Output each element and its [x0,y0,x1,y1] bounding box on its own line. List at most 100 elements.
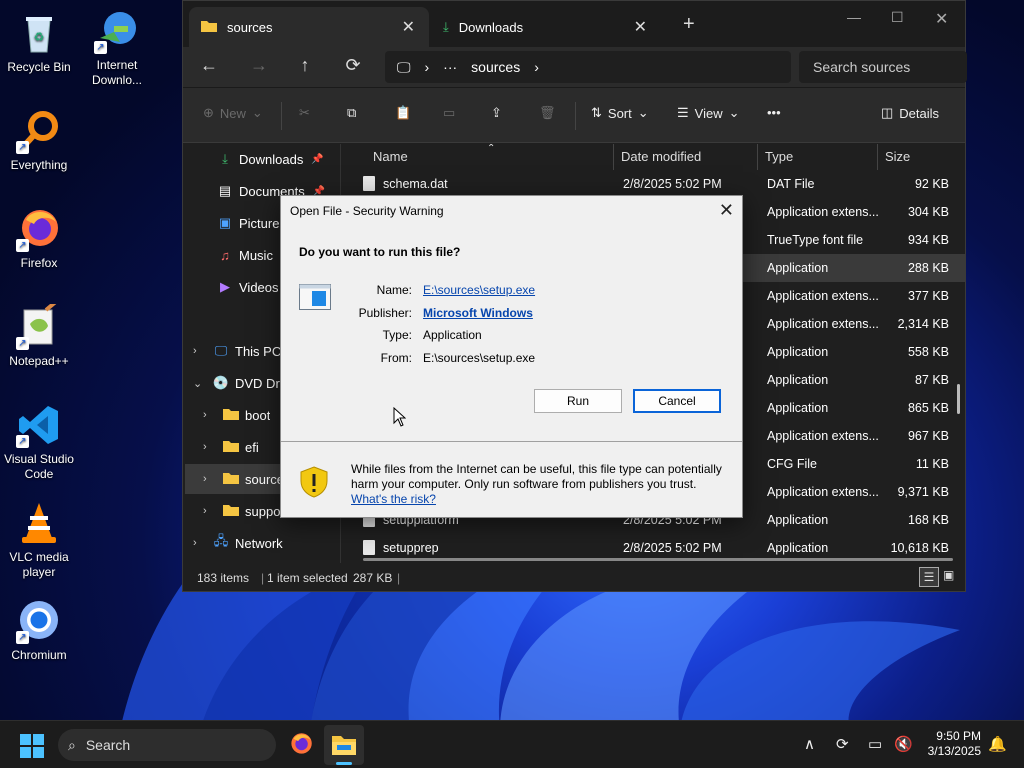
address-box[interactable]: 🖵 › ··· sources › [385,51,791,83]
details-pane-button[interactable]: ◫ Details [881,105,939,121]
file-size: 288 KB [907,261,949,275]
nav-item-downloads[interactable]: ⤓ Downloads 📌 [197,144,324,174]
share-button[interactable]: ⇪ [491,105,502,121]
publisher-value-link[interactable]: Microsoft Windows [423,306,533,320]
close-window-button[interactable]: ✕ [935,9,948,29]
desktop-icon-vscode[interactable]: ↗ Visual Studio Code [2,402,76,482]
details-view-button[interactable]: ☰ [919,567,939,587]
folder-icon [221,407,241,423]
name-value-link[interactable]: E:\sources\setup.exe [423,283,535,297]
nav-label: efi [245,439,259,455]
desktop-icon-vlc[interactable]: VLC media player [2,500,76,580]
taskbar-search-box[interactable]: ⌕ Search [58,729,276,761]
nav-label: Network [235,535,283,551]
nav-item-pictures[interactable]: ▣ Pictures [197,208,286,238]
nav-item-efi[interactable]: › efi [203,432,259,462]
back-button[interactable]: ← [197,55,221,76]
breadcrumb-current[interactable]: sources [471,59,520,75]
new-tab-button[interactable]: + [683,13,695,36]
rename-icon: ▭ [443,105,456,120]
run-button[interactable]: Run [534,389,622,413]
download-icon: ⤓ [443,19,449,34]
rename-button[interactable]: ▭ [443,105,455,121]
nav-item-music[interactable]: ♫ Music [197,240,273,270]
maximize-button[interactable]: ☐ [891,9,904,26]
nav-label: boot [245,407,271,423]
nav-item-this-pc[interactable]: › 🖵 This PC [193,336,281,366]
close-tab-icon[interactable]: ✕ [634,17,647,37]
column-header-size[interactable]: Size [885,144,910,170]
paste-button[interactable]: 📋 [395,105,411,121]
shortcut-arrow-icon: ↗ [16,435,29,448]
minimize-button[interactable]: — [847,9,861,25]
more-options-button[interactable]: ••• [767,105,781,120]
chevron-right-icon[interactable]: › [203,409,221,421]
view-button[interactable]: ☰ View ⌄ [677,105,740,121]
copy-button[interactable]: ⧉ [347,105,356,121]
column-divider[interactable] [613,144,614,170]
nav-item-network[interactable]: › 🖧 Network [193,528,283,558]
desktop-icon-chromium[interactable]: ↗ Chromium [2,598,76,663]
tab-sources[interactable]: sources ✕ [189,7,429,47]
file-size: 10,618 KB [890,541,949,555]
horizontal-scrollbar[interactable] [363,558,953,561]
chevron-right-icon[interactable]: › [203,473,221,485]
chevron-down-icon[interactable]: ⌄ [193,377,211,390]
shortcut-arrow-icon: ↗ [16,337,29,350]
column-header-date[interactable]: Date modified [621,144,701,170]
chevron-right-icon[interactable]: › [193,345,211,357]
column-divider[interactable] [877,144,878,170]
sort-label: Sort [607,105,632,121]
update-notification-icon[interactable]: ⟳ [836,735,849,753]
chevron-right-icon[interactable]: › [203,505,221,517]
desktop-icon-recycle-bin[interactable]: ♻ Recycle Bin [2,10,76,75]
file-size: 377 KB [907,289,949,303]
new-button[interactable]: ⊕ New ⌄ [203,105,263,121]
chevron-right-icon[interactable]: › [193,537,211,549]
desktop-icon-notepad-plus-plus[interactable]: ↗ Notepad++ [2,298,76,369]
column-divider[interactable] [757,144,758,170]
everything-search-icon: ↗ [16,108,62,154]
refresh-button[interactable]: ⟳ [341,55,365,76]
publisher-label: Publisher: [358,306,412,320]
chevron-right-icon[interactable]: › [203,441,221,453]
cut-button[interactable]: ✂ [299,105,310,121]
volume-muted-icon[interactable]: 🔇 [894,735,913,753]
nav-item-videos[interactable]: ▶ Videos [197,272,279,302]
sort-button[interactable]: ⇅ Sort ⌄ [591,105,649,121]
taskbar-file-explorer-button[interactable] [324,725,364,765]
show-hidden-icons-button[interactable]: ∧ [804,735,815,753]
chevron-right-icon: › [534,59,539,75]
nav-item-support[interactable]: › support [203,496,288,526]
shield-warning-icon [299,466,329,501]
notification-bell-icon[interactable]: 🔔 [988,735,1007,753]
column-header-type[interactable]: Type [765,144,793,170]
file-row[interactable]: schema.dat 2/8/2025 5:02 PM DAT File 92 KB [343,170,965,198]
cancel-button[interactable]: Cancel [633,389,721,413]
up-button[interactable]: ↑ [293,55,317,76]
breadcrumb-ellipsis[interactable]: ··· [443,59,457,75]
desktop-icon-internet-download[interactable]: ↗ Internet Downlo... [80,8,154,88]
delete-button[interactable]: 🗑 [539,105,556,121]
desktop-icon-everything[interactable]: ↗ Everything [2,108,76,173]
column-header-name[interactable]: Name [373,144,408,170]
start-button[interactable] [20,734,44,761]
desktop-icon-firefox[interactable]: ↗ Firefox [2,206,76,271]
tiles-view-button[interactable]: ▣ [943,568,954,582]
close-tab-icon[interactable]: ✕ [402,17,415,37]
file-size: 9,371 KB [897,485,949,499]
file-type: TrueType font file [767,233,864,247]
file-size: 865 KB [907,401,949,415]
forward-button[interactable]: → [247,55,271,76]
whats-the-risk-link[interactable]: What's the risk? [351,492,436,506]
vertical-scrollbar[interactable] [957,384,960,414]
chevron-down-icon: ⌄ [251,105,263,120]
clock[interactable]: 9:50 PM 3/13/2025 [928,729,981,759]
network-tray-icon[interactable]: ▭ [868,735,882,753]
taskbar-firefox-button[interactable] [288,731,314,760]
folder-icon [201,19,217,35]
dialog-close-button[interactable]: ✕ [719,200,734,221]
tab-downloads[interactable]: ⤓ Downloads ✕ [431,7,661,47]
nav-item-boot[interactable]: › boot [203,400,270,430]
search-input[interactable]: Search sources [799,51,967,83]
